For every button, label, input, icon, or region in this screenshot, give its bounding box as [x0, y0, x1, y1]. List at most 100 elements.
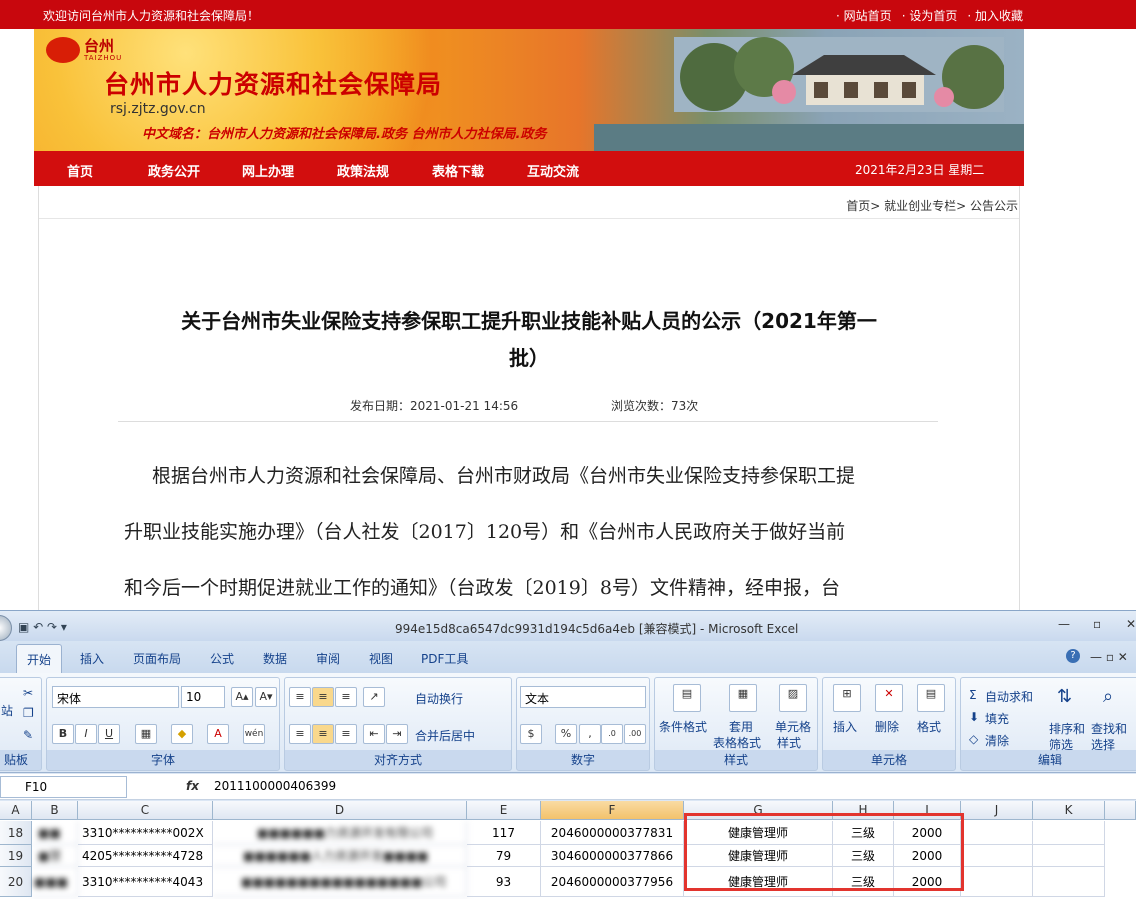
phonetic-icon[interactable]: wén	[243, 724, 265, 744]
italic-icon[interactable]: I	[75, 724, 97, 744]
table-format-button-2[interactable]: 表格格式	[713, 734, 761, 751]
nav-policies[interactable]: 政策法规	[337, 161, 389, 180]
number-format-select[interactable]: 文本	[520, 686, 646, 708]
row-header[interactable]: 19	[0, 845, 32, 867]
column-header-b[interactable]: B	[32, 801, 78, 820]
find-select-button-1[interactable]: 查找和	[1091, 720, 1127, 737]
cell-style-button-2[interactable]: 样式	[777, 734, 801, 751]
tab-pdf-tools[interactable]: PDF工具	[421, 650, 468, 667]
column-header-k[interactable]: K	[1033, 801, 1105, 820]
maximize-icon[interactable]: ▫	[1093, 617, 1101, 631]
nav-home[interactable]: 首页	[67, 161, 93, 180]
table-cell[interactable]: ■■■■■■人力资源开发■■■■	[213, 845, 467, 867]
formula-input[interactable]: 2011100000406399	[214, 779, 336, 793]
increase-decimal-icon[interactable]: .0	[601, 724, 623, 744]
cell-style-button-1[interactable]: 单元格	[775, 718, 811, 735]
column-header-blank[interactable]	[1105, 801, 1136, 820]
home-link[interactable]: 网站首页	[836, 7, 892, 24]
orientation-icon[interactable]: ↗	[363, 687, 385, 707]
align-right-icon[interactable]: ≡	[335, 724, 357, 744]
underline-icon[interactable]: U	[98, 724, 120, 744]
table-cell[interactable]: 4205**********4728	[78, 845, 213, 867]
table-cell[interactable]	[1033, 845, 1105, 867]
fill-button[interactable]: 填充	[985, 710, 1009, 727]
fill-icon[interactable]: ⬇	[969, 710, 979, 724]
table-cell[interactable]: 3310**********4043	[78, 867, 213, 897]
decrease-indent-icon[interactable]: ⇤	[363, 724, 385, 744]
insert-cells-button[interactable]: 插入	[833, 718, 857, 735]
table-cell[interactable]: 3046000000377866	[541, 845, 684, 867]
column-header-j[interactable]: J	[961, 801, 1033, 820]
help-icon[interactable]: ?	[1066, 649, 1080, 663]
function-icon[interactable]: fx	[186, 779, 199, 793]
currency-icon[interactable]: $	[520, 724, 542, 744]
ribbon-minimize-icon[interactable]: — ▫ ✕	[1090, 650, 1128, 664]
delete-cells-button[interactable]: 删除	[875, 718, 899, 735]
table-cell[interactable]: 3310**********002X	[78, 821, 213, 845]
table-format-icon[interactable]: ▦	[729, 684, 757, 712]
clear-icon[interactable]: ◇	[969, 732, 978, 746]
table-cell[interactable]: ■■■■■■■■■■■■■■■■公司	[213, 867, 467, 897]
sort-filter-icon[interactable]: ⇅	[1057, 686, 1072, 707]
table-cell[interactable]: 79	[467, 845, 541, 867]
align-middle-icon[interactable]: ≡	[312, 687, 334, 707]
align-left-icon[interactable]: ≡	[289, 724, 311, 744]
set-homepage-link[interactable]: 设为首页	[902, 7, 957, 24]
minimize-icon[interactable]: —	[1058, 617, 1070, 631]
copy-icon[interactable]: ❐	[23, 706, 34, 720]
table-cell[interactable]	[1033, 867, 1105, 897]
nav-interaction[interactable]: 互动交流	[527, 161, 579, 180]
shrink-font-icon[interactable]: A▾	[255, 687, 277, 707]
column-header-f[interactable]: F	[541, 801, 684, 820]
decrease-decimal-icon[interactable]: .00	[624, 724, 646, 744]
table-cell[interactable]	[1033, 821, 1105, 845]
nav-public-affairs[interactable]: 政务公开	[148, 161, 200, 180]
sort-filter-button-1[interactable]: 排序和	[1049, 720, 1085, 737]
align-top-icon[interactable]: ≡	[289, 687, 311, 707]
font-size-select[interactable]: 10	[181, 686, 225, 708]
cell-style-icon[interactable]: ▨	[779, 684, 807, 712]
table-cell[interactable]	[961, 845, 1033, 867]
conditional-format-button[interactable]: 条件格式	[659, 718, 707, 735]
nav-online-service[interactable]: 网上办理	[242, 161, 294, 180]
find-select-icon[interactable]: ⌕	[1103, 686, 1113, 707]
tab-formulas[interactable]: 公式	[210, 650, 234, 667]
table-cell[interactable]: 117	[467, 821, 541, 845]
row-header[interactable]: 18	[0, 821, 32, 845]
table-cell[interactable]: 2046000000377831	[541, 821, 684, 845]
paste-icon[interactable]: 站	[1, 702, 13, 719]
tab-view[interactable]: 视图	[369, 650, 393, 667]
fill-color-icon[interactable]: ◆	[171, 724, 193, 744]
column-header-a[interactable]: A	[0, 801, 32, 820]
tab-data[interactable]: 数据	[263, 650, 287, 667]
cut-icon[interactable]: ✂	[23, 686, 33, 700]
nav-downloads[interactable]: 表格下载	[432, 161, 484, 180]
table-cell[interactable]: ■■■■■■力资源开发有限公司	[213, 821, 467, 845]
insert-cells-icon[interactable]: ⊞	[833, 684, 861, 712]
table-cell[interactable]	[961, 867, 1033, 897]
clear-button[interactable]: 清除	[985, 732, 1009, 749]
merge-center-button[interactable]: 合并后居中	[415, 727, 475, 744]
font-color-icon[interactable]: A	[207, 724, 229, 744]
row-header[interactable]: 20	[0, 867, 32, 897]
table-cell[interactable]: 2046000000377956	[541, 867, 684, 897]
autosum-button[interactable]: 自动求和	[985, 688, 1033, 705]
align-center-icon[interactable]: ≡	[312, 724, 334, 744]
border-icon[interactable]: ▦	[135, 724, 157, 744]
bookmark-link[interactable]: 加入收藏	[967, 7, 1023, 24]
column-header-d[interactable]: D	[213, 801, 467, 820]
autosum-icon[interactable]: Σ	[969, 688, 977, 702]
format-cells-button[interactable]: 格式	[917, 718, 941, 735]
tab-page-layout[interactable]: 页面布局	[133, 650, 181, 667]
table-cell[interactable]: ■■■	[32, 867, 78, 897]
percent-icon[interactable]: %	[555, 724, 577, 744]
breadcrumb[interactable]: 首页> 就业创业专栏> 公告公示	[846, 197, 1018, 214]
bold-icon[interactable]: B	[52, 724, 74, 744]
format-painter-icon[interactable]: ✎	[23, 728, 33, 742]
tab-home[interactable]: 开始	[16, 644, 62, 674]
conditional-format-icon[interactable]: ▤	[673, 684, 701, 712]
table-cell[interactable]	[961, 821, 1033, 845]
column-header-c[interactable]: C	[78, 801, 213, 820]
office-button-icon[interactable]	[0, 615, 12, 641]
delete-cells-icon[interactable]: ✕	[875, 684, 903, 712]
